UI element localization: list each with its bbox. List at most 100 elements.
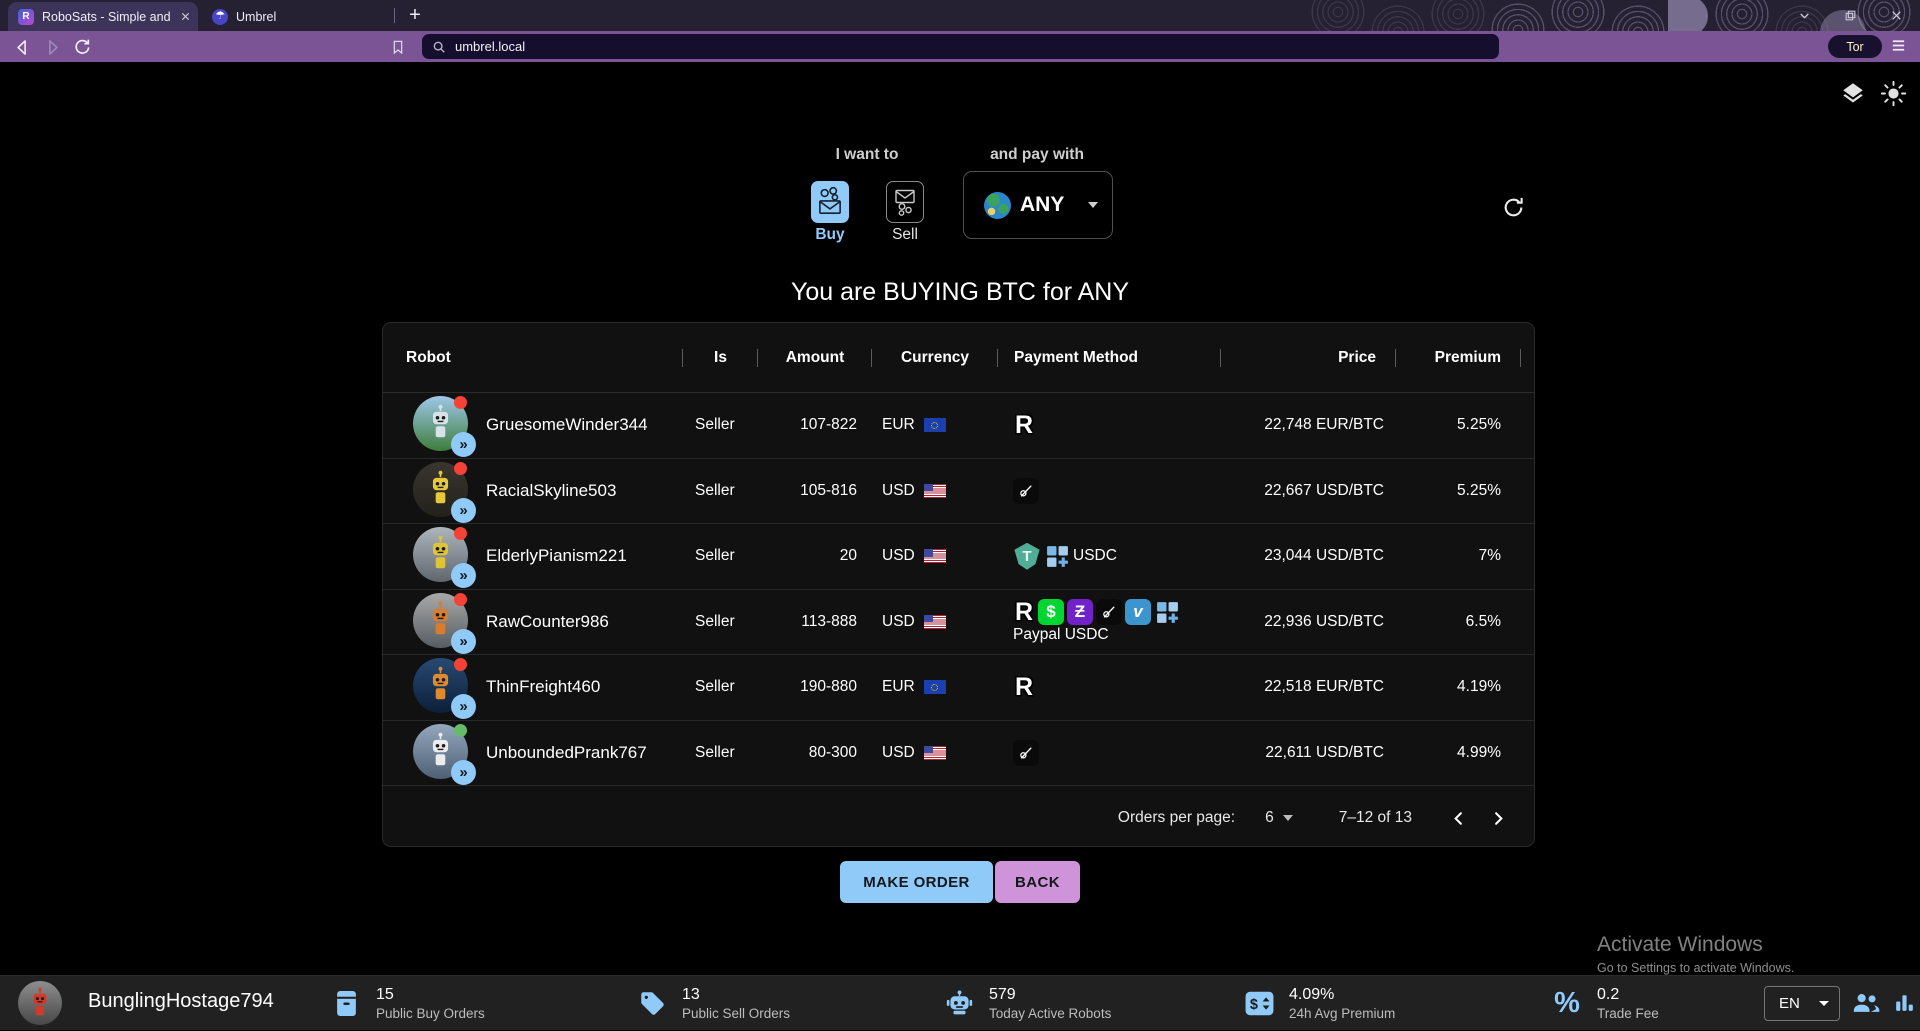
globe-icon bbox=[984, 192, 1011, 219]
light-mode-icon[interactable] bbox=[1880, 80, 1907, 112]
sell-envelope-icon bbox=[892, 187, 918, 217]
next-page-icon[interactable] bbox=[1478, 798, 1518, 838]
window-restore-icon[interactable] bbox=[1840, 5, 1860, 25]
currency-cell: USD bbox=[872, 721, 998, 786]
tab-close-icon[interactable] bbox=[180, 11, 191, 22]
orders-per-page-label: Orders per page: bbox=[1118, 809, 1235, 827]
language-select[interactable]: EN bbox=[1764, 986, 1840, 1021]
currency-cell: USD bbox=[872, 524, 998, 589]
robot-avatar[interactable]: » bbox=[413, 658, 469, 716]
url-bar[interactable]: umbrel.local bbox=[422, 34, 1499, 59]
currency-code: EUR bbox=[882, 678, 915, 696]
double-chevron-badge: » bbox=[451, 498, 476, 523]
col-header-is[interactable]: Is bbox=[683, 323, 758, 392]
robot-avatar[interactable]: » bbox=[413, 462, 469, 520]
language-value: EN bbox=[1779, 995, 1819, 1012]
order-row[interactable]: »UnboundedPrank767Seller80-300USD22,611 … bbox=[383, 721, 1534, 787]
tab-separator bbox=[394, 8, 395, 23]
browser-titlebar: R RoboSats - Simple and Private Bit ☂ Um… bbox=[0, 0, 1920, 31]
strike-icon bbox=[1013, 740, 1039, 766]
fiat-currency-select[interactable]: ANY bbox=[963, 171, 1113, 239]
window-minimize-icon[interactable] bbox=[1794, 5, 1814, 25]
bookmark-icon[interactable] bbox=[386, 35, 410, 59]
order-row[interactable]: »RawCounter986Seller113-888USDR$ƵvPaypal… bbox=[383, 590, 1534, 656]
currency-code: USD bbox=[882, 613, 915, 631]
status-bar: BunglingHostage794 15Public Buy Orders 13… bbox=[0, 975, 1920, 1030]
us-flag-icon bbox=[924, 549, 946, 563]
robot-nickname: RawCounter986 bbox=[486, 612, 609, 632]
statusbar-stat[interactable]: 13Public Sell Orders bbox=[636, 976, 790, 1031]
tab-robosats[interactable]: R RoboSats - Simple and Private Bit bbox=[8, 2, 198, 31]
stat-label: Trade Fee bbox=[1597, 1005, 1659, 1022]
currency-cell: USD bbox=[872, 459, 998, 524]
previous-page-icon[interactable] bbox=[1438, 798, 1478, 838]
user-robot-name[interactable]: BunglingHostage794 bbox=[88, 990, 274, 1013]
robot-nickname: RacialSkyline503 bbox=[486, 481, 616, 501]
double-chevron-badge: » bbox=[451, 629, 476, 654]
community-people-icon[interactable] bbox=[1852, 990, 1881, 1019]
robot-avatar[interactable]: » bbox=[413, 724, 469, 782]
stat-value: 13 bbox=[682, 985, 790, 1004]
col-header-currency[interactable]: Currency bbox=[872, 323, 998, 392]
make-order-button[interactable]: MAKE ORDER bbox=[840, 861, 993, 903]
statusbar-stat[interactable]: 15Public Buy Orders bbox=[330, 976, 485, 1031]
refresh-icon[interactable] bbox=[1498, 192, 1528, 222]
robot-cell: »GruesomeWinder344 bbox=[383, 393, 683, 458]
payment-method-cell: R$ƵvPaypal USDC bbox=[998, 590, 1221, 655]
amount-cell: 105-816 bbox=[758, 459, 872, 524]
menu-icon[interactable] bbox=[1890, 37, 1907, 59]
back-icon[interactable] bbox=[10, 35, 34, 59]
col-header-robot[interactable]: Robot bbox=[383, 323, 683, 392]
status-dot bbox=[454, 396, 467, 409]
col-header-premium[interactable]: Premium bbox=[1396, 323, 1534, 392]
statusbar-stat[interactable]: %0.2Trade Fee bbox=[1551, 976, 1659, 1031]
stat-text: 15Public Buy Orders bbox=[376, 985, 485, 1022]
status-dot bbox=[454, 593, 467, 606]
price-cell: 22,667 USD/BTC bbox=[1221, 459, 1396, 524]
col-header-price[interactable]: Price bbox=[1221, 323, 1396, 392]
pagination-range: 7–12 of 13 bbox=[1339, 809, 1412, 827]
chevron-down-icon bbox=[1283, 815, 1293, 821]
robot-avatar[interactable]: » bbox=[413, 527, 469, 585]
tab-umbrel[interactable]: ☂ Umbrel bbox=[202, 2, 386, 31]
buy-toggle-button[interactable] bbox=[811, 181, 849, 223]
orders-per-page-select[interactable]: 6 bbox=[1265, 809, 1293, 827]
currency-code: USD bbox=[882, 744, 915, 762]
forward-icon[interactable] bbox=[40, 35, 64, 59]
order-row[interactable]: »RacialSkyline503Seller105-816USD22,667 … bbox=[383, 459, 1534, 525]
order-row[interactable]: »GruesomeWinder344Seller107-822EURR22,74… bbox=[383, 393, 1534, 459]
window-close-icon[interactable] bbox=[1886, 5, 1906, 25]
layers-icon[interactable] bbox=[1840, 80, 1866, 111]
back-button[interactable]: BACK bbox=[995, 861, 1080, 903]
user-robot-avatar[interactable] bbox=[18, 981, 62, 1025]
statusbar-stat[interactable]: $4.09%24h Avg Premium bbox=[1243, 976, 1395, 1031]
tether-icon: T bbox=[1013, 543, 1041, 570]
and-pay-with-label: and pay with bbox=[962, 146, 1112, 164]
buy-label: Buy bbox=[811, 226, 849, 244]
robot-avatar[interactable]: » bbox=[413, 593, 469, 651]
order-row[interactable]: »ElderlyPianism221Seller20USDTUSDC23,044… bbox=[383, 524, 1534, 590]
statusbar-stat[interactable]: 579Today Active Robots bbox=[943, 976, 1111, 1031]
tab-title: RoboSats - Simple and Private Bit bbox=[42, 10, 174, 24]
stat-label: Public Buy Orders bbox=[376, 1005, 485, 1022]
payment-method-cell bbox=[998, 721, 1221, 786]
stats-bar-chart-icon[interactable] bbox=[1892, 990, 1917, 1020]
order-row[interactable]: »ThinFreight460Seller190-880EURR22,518 E… bbox=[383, 655, 1534, 721]
new-tab-button[interactable]: + bbox=[401, 1, 429, 29]
us-flag-icon bbox=[924, 484, 946, 498]
stat-label: 24h Avg Premium bbox=[1289, 1005, 1395, 1022]
sell-toggle-button[interactable] bbox=[886, 181, 924, 223]
robot-avatar[interactable]: » bbox=[413, 396, 469, 454]
col-header-payment-method[interactable]: Payment Method bbox=[998, 323, 1221, 392]
eu-flag-icon bbox=[924, 418, 946, 432]
robot-cell: »UnboundedPrank767 bbox=[383, 721, 683, 786]
currency-code: USD bbox=[882, 482, 915, 500]
activate-windows-watermark: Activate Windows bbox=[1597, 933, 1763, 957]
tor-button[interactable]: Tor bbox=[1828, 35, 1882, 58]
col-header-amount[interactable]: Amount bbox=[758, 323, 872, 392]
price-cell: 22,748 EUR/BTC bbox=[1221, 393, 1396, 458]
reload-icon[interactable] bbox=[70, 35, 94, 59]
percent-icon: % bbox=[1551, 987, 1583, 1020]
price-cell: 23,044 USD/BTC bbox=[1221, 524, 1396, 589]
table-header-row: Robot Is Amount Currency Payment Method … bbox=[383, 323, 1534, 393]
